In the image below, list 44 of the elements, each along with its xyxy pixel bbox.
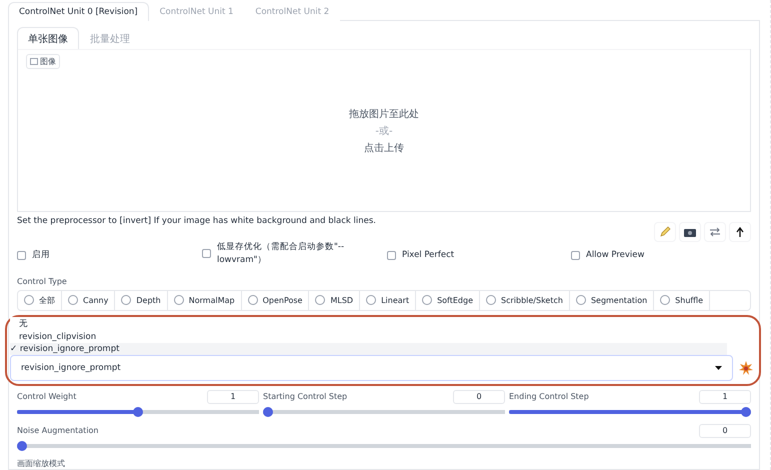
- image-label: 图像: [26, 54, 60, 69]
- slider-thumb[interactable]: [133, 406, 143, 416]
- drop-text: 拖放图片至此处: [349, 108, 419, 120]
- or-text: -或-: [375, 124, 393, 138]
- radio-option[interactable]: Segmentation: [570, 290, 654, 310]
- radio-option[interactable]: 全部: [18, 290, 62, 310]
- radio-option[interactable]: Depth: [115, 290, 168, 310]
- hint-text: Set the preprocessor to [invert] If your image has white background and black lines.: [17, 216, 377, 226]
- checkbox-option[interactable]: Pixel Perfect: [387, 244, 571, 266]
- radio-option[interactable]: NormalMap: [168, 290, 242, 310]
- number-field[interactable]: 1: [699, 390, 751, 404]
- slider-label: Control Weight: [17, 392, 76, 401]
- slider-label: Ending Control Step: [509, 392, 589, 401]
- slider-thumb[interactable]: [741, 406, 751, 416]
- radio-option[interactable]: OpenPose: [242, 290, 310, 310]
- camera-icon[interactable]: [679, 222, 701, 242]
- dropdown-option[interactable]: ✓ revision_ignore_prompt: [10, 342, 727, 354]
- checkbox-option[interactable]: 低显存优化（需配合启动参数"--lowvram"）: [202, 241, 387, 266]
- caret-icon: [715, 366, 722, 370]
- swap-icon[interactable]: [704, 222, 726, 242]
- radio-option[interactable]: Canny: [62, 290, 116, 310]
- number-field[interactable]: 0: [453, 390, 505, 404]
- checkbox-option[interactable]: Allow Preview: [571, 244, 751, 266]
- slider-label: Noise Augmentation: [17, 426, 99, 435]
- control-type-label: Control Type: [17, 276, 68, 286]
- radio-option[interactable]: SoftEdge: [416, 290, 480, 310]
- explosion-icon[interactable]: [739, 360, 753, 374]
- radio-option[interactable]: Scribble/Sketch: [480, 290, 570, 310]
- upload-area[interactable]: 图像 拖放图片至此处 -或- 点击上传: [18, 49, 750, 211]
- slider-thumb[interactable]: [17, 440, 27, 450]
- checkbox-option[interactable]: 启用: [17, 244, 202, 266]
- radio-option[interactable]: Shuffle: [654, 290, 710, 310]
- number-field[interactable]: 1: [207, 390, 259, 404]
- tab[interactable]: 单张图像: [17, 27, 79, 50]
- upload-link[interactable]: 点击上传: [364, 140, 404, 154]
- tab[interactable]: ControlNet Unit 0 [Revision]: [8, 2, 149, 21]
- number-field[interactable]: 0: [699, 424, 751, 438]
- preprocessor-select[interactable]: revision_ignore_prompt: [10, 354, 733, 380]
- radio-option[interactable]: Lineart: [360, 290, 416, 310]
- image-icon: [30, 58, 38, 65]
- slider-label: Starting Control Step: [263, 392, 348, 401]
- radio-option[interactable]: MLSD: [309, 290, 360, 310]
- resize-mode-label: 画面缩放模式: [17, 458, 66, 468]
- slider-thumb[interactable]: [263, 406, 273, 416]
